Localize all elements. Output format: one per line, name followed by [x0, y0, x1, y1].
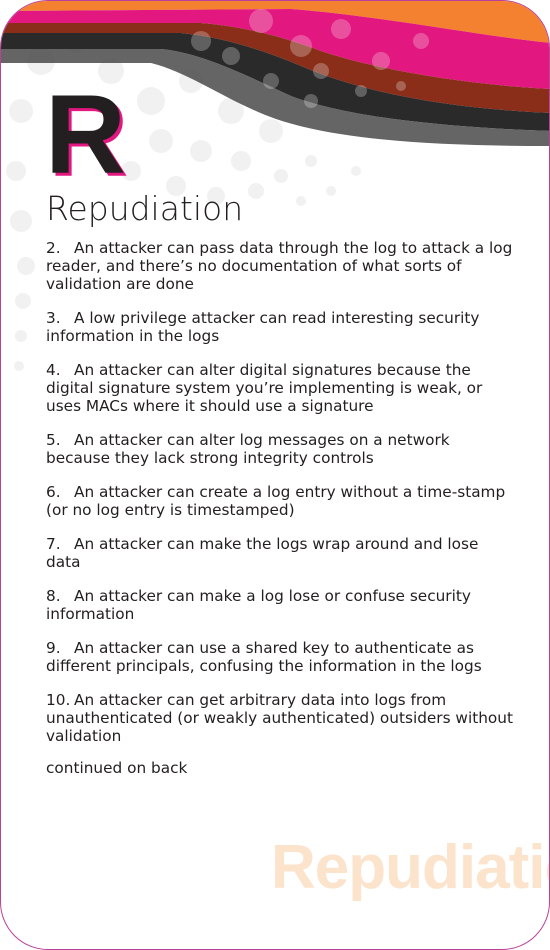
card-title: Repudiation — [46, 189, 244, 228]
item-number: 6. — [46, 483, 61, 501]
item-number: 5. — [46, 431, 61, 449]
item-text: An attacker can make the logs wrap aroun… — [46, 535, 479, 571]
item-number: 10. — [46, 691, 71, 709]
item-number: 8. — [46, 587, 61, 605]
item-number: 9. — [46, 639, 61, 657]
threat-item: 9. An attacker can use a shared key to au… — [46, 639, 514, 675]
item-number: 2. — [46, 239, 61, 257]
item-text: A low privilege attacker can read intere… — [46, 309, 480, 345]
threat-item: 7. An attacker can make the logs wrap aro… — [46, 535, 514, 571]
item-text: An attacker can use a shared key to auth… — [46, 639, 482, 675]
item-text: An attacker can get arbitrary data into … — [46, 691, 513, 745]
card: R Repudiation 2. An attacker can pass dat… — [0, 0, 550, 950]
category-letter: R — [45, 72, 126, 197]
item-text: An attacker can create a log entry witho… — [46, 483, 506, 519]
item-text: An attacker can make a log lose or confu… — [46, 587, 471, 623]
threat-item: 2. An attacker can pass data through the … — [46, 239, 514, 293]
threat-list: 2. An attacker can pass data through the … — [46, 239, 514, 777]
item-number: 3. — [46, 309, 61, 327]
item-text: An attacker can alter log messages on a … — [46, 431, 450, 467]
threat-item: 8. An attacker can make a log lose or con… — [46, 587, 514, 623]
threat-item: 5. An attacker can alter log messages on … — [46, 431, 514, 467]
threat-item: 4. An attacker can alter digital signatur… — [46, 361, 514, 415]
threat-item: 3. A low privilege attacker can read inte… — [46, 309, 514, 345]
continued-note: continued on back — [46, 759, 188, 777]
item-text: An attacker can alter digital signatures… — [46, 361, 483, 415]
item-text: An attacker can pass data through the lo… — [46, 239, 513, 293]
item-number: 4. — [46, 361, 61, 379]
watermark-text: Repudiation — [271, 833, 549, 902]
item-number: 7. — [46, 535, 61, 553]
threat-item: 10. An attacker can get arbitrary data in… — [46, 691, 514, 745]
threat-item: 6. An attacker can create a log entry wit… — [46, 483, 514, 519]
